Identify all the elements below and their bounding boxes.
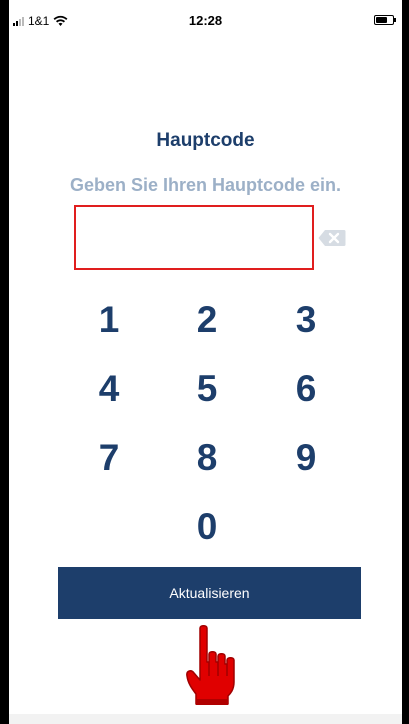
update-button[interactable]: Aktualisieren	[58, 567, 361, 619]
key-1[interactable]: 1	[79, 295, 139, 345]
key-3[interactable]: 3	[276, 295, 336, 345]
key-9[interactable]: 9	[276, 433, 336, 483]
key-0[interactable]: 0	[177, 502, 237, 552]
code-input-field[interactable]	[74, 205, 314, 270]
key-8[interactable]: 8	[177, 433, 237, 483]
key-6[interactable]: 6	[276, 364, 336, 414]
battery-icon	[374, 15, 396, 25]
key-4[interactable]: 4	[79, 364, 139, 414]
key-2[interactable]: 2	[177, 295, 237, 345]
page-subtitle: Geben Sie Ihren Hauptcode ein.	[69, 175, 342, 195]
status-time: 12:28	[188, 13, 223, 28]
key-7[interactable]: 7	[79, 433, 139, 483]
key-5[interactable]: 5	[177, 364, 237, 414]
pointing-hand-icon	[186, 625, 235, 705]
page-title: Hauptcode	[156, 130, 255, 151]
backspace-icon[interactable]	[318, 229, 346, 247]
bottom-bar	[9, 714, 402, 724]
status-bar: 1&1 12:28	[9, 0, 402, 42]
